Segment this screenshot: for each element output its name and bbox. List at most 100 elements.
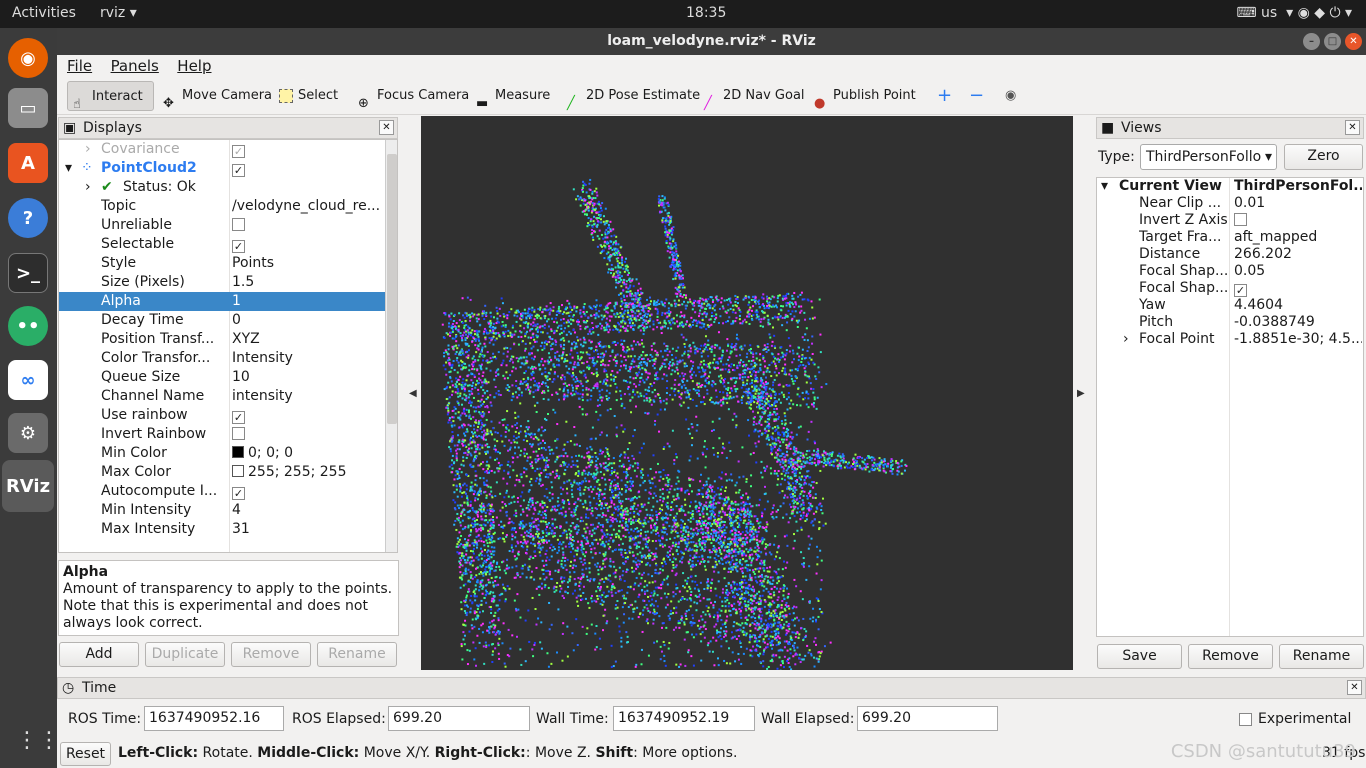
property-row[interactable]: Channel Name intensity <box>59 387 385 406</box>
zero-button[interactable]: Zero <box>1284 144 1363 170</box>
checkbox[interactable]: ✓ <box>232 164 245 177</box>
view-property-row[interactable]: Focal Shap... ✓ <box>1097 280 1363 297</box>
close-panel-icon[interactable]: ✕ <box>1345 120 1360 135</box>
menu-file[interactable]: File <box>67 55 92 78</box>
expand-icon[interactable]: › <box>1123 331 1129 348</box>
files-icon[interactable]: ▭ <box>8 88 48 128</box>
displays-scrollbar[interactable] <box>385 140 397 552</box>
maximize-icon[interactable]: □ <box>1324 33 1341 50</box>
views-remove-button[interactable]: Remove <box>1188 644 1273 669</box>
view-property-row[interactable]: Near Clip ... 0.01 <box>1097 195 1363 212</box>
clock[interactable]: 18:35 <box>686 5 726 21</box>
tree-row-pointcloud2[interactable]: ▾ ⁘ PointCloud2 ✓ <box>59 159 385 178</box>
checkbox[interactable]: ✓ <box>232 487 245 500</box>
view-type-select[interactable]: ThirdPersonFollo ▾ <box>1140 144 1277 170</box>
checkbox[interactable]: ✓ <box>232 411 245 424</box>
remove-tool-icon[interactable]: − <box>965 81 984 111</box>
view-property-row[interactable]: Distance 266.202 <box>1097 246 1363 263</box>
property-row[interactable]: Color Transfor... Intensity <box>59 349 385 368</box>
select-tool[interactable]: Select <box>274 81 338 111</box>
move-camera-tool[interactable]: ✥ Move Camera <box>158 81 272 111</box>
pose-estimate-tool[interactable]: ╱ 2D Pose Estimate <box>562 81 700 111</box>
3d-viewport[interactable] <box>421 116 1073 670</box>
view-property-row[interactable]: Target Fra... aft_mapped <box>1097 229 1363 246</box>
help-icon[interactable]: ? <box>8 198 48 238</box>
property-row[interactable]: Position Transf... XYZ <box>59 330 385 349</box>
reset-button[interactable]: Reset <box>60 742 111 766</box>
app-menu[interactable]: rviz ▾ <box>100 5 137 21</box>
experimental-checkbox[interactable] <box>1239 713 1252 726</box>
add-button[interactable]: Add <box>59 642 139 667</box>
tree-row-current-view[interactable]: ▾ Current View ThirdPersonFol... <box>1097 178 1363 195</box>
duplicate-button[interactable]: Duplicate <box>145 642 225 667</box>
color-swatch[interactable] <box>232 446 244 458</box>
views-rename-button[interactable]: Rename <box>1279 644 1364 669</box>
focus-camera-tool[interactable]: ⊕ Focus Camera <box>353 81 469 111</box>
checkbox[interactable]: ✓ <box>1234 284 1247 297</box>
property-row[interactable]: Use rainbow ✓ <box>59 406 385 425</box>
checkbox[interactable]: ✓ <box>232 145 245 158</box>
remove-button[interactable]: Remove <box>231 642 311 667</box>
terminal-icon[interactable]: >_ <box>8 253 48 293</box>
rename-button[interactable]: Rename <box>317 642 397 667</box>
collapse-left-icon[interactable]: ◀ <box>409 388 417 399</box>
rviz-icon[interactable]: RViz <box>2 460 54 512</box>
ros-elapsed-field[interactable]: 699.20 <box>388 706 530 731</box>
property-row[interactable]: Autocompute I... ✓ <box>59 482 385 501</box>
checkbox[interactable] <box>232 218 245 231</box>
activities-button[interactable]: Activities <box>12 5 76 21</box>
menu-panels[interactable]: Panels <box>111 55 159 78</box>
publish-point-tool[interactable]: ● Publish Point <box>809 81 916 111</box>
property-row[interactable]: Decay Time 0 <box>59 311 385 330</box>
property-row[interactable]: Min Intensity 4 <box>59 501 385 520</box>
add-tool-icon[interactable]: + <box>933 81 952 111</box>
wall-time-field[interactable]: 1637490952.19 <box>613 706 755 731</box>
baidu-netdisk-icon[interactable]: ∞ <box>8 360 48 400</box>
expand-icon[interactable]: › <box>85 140 91 159</box>
view-property-row[interactable]: Pitch -0.0388749 <box>1097 314 1363 331</box>
checkbox[interactable] <box>232 427 245 440</box>
property-row[interactable]: Max Intensity 31 <box>59 520 385 539</box>
view-property-row[interactable]: Focal Shap... 0.05 <box>1097 263 1363 280</box>
property-row[interactable]: Style Points <box>59 254 385 273</box>
views-save-button[interactable]: Save <box>1097 644 1182 669</box>
tree-row-status[interactable]: › ✔ Status: Ok <box>59 178 385 197</box>
property-row[interactable]: Invert Rainbow <box>59 425 385 444</box>
view-property-row[interactable]: › Focal Point -1.8851e-30; 4.5... <box>1097 331 1363 348</box>
settings-icon[interactable]: ⚙ <box>8 413 48 453</box>
checkbox[interactable]: ✓ <box>232 240 245 253</box>
property-row[interactable]: Size (Pixels) 1.5 <box>59 273 385 292</box>
interact-tool[interactable]: ☝ Interact <box>67 81 154 112</box>
collapse-icon[interactable]: ▾ <box>65 159 72 178</box>
minimize-icon[interactable]: – <box>1303 33 1320 50</box>
property-row[interactable]: Queue Size 10 <box>59 368 385 387</box>
tree-row-covariance[interactable]: › Covariance ✓ <box>59 140 385 159</box>
property-row[interactable]: Selectable ✓ <box>59 235 385 254</box>
view-property-row[interactable]: Invert Z Axis <box>1097 212 1363 229</box>
property-row[interactable]: Unreliable <box>59 216 385 235</box>
color-swatch[interactable] <box>232 465 244 477</box>
expand-icon[interactable]: › <box>85 178 91 197</box>
nav-goal-tool[interactable]: ╱ 2D Nav Goal <box>699 81 805 111</box>
property-row[interactable]: Alpha 1 <box>59 292 385 311</box>
eye-icon[interactable]: ◉ <box>1001 81 1016 111</box>
menu-help[interactable]: Help <box>177 55 211 78</box>
system-tray[interactable]: ⌨ us ▾ ◉ ◆ ⏻ ▾ <box>1236 5 1352 21</box>
software-icon[interactable]: A <box>8 143 48 183</box>
keyboard-layout[interactable]: us <box>1261 5 1277 21</box>
wechat-icon[interactable]: •• <box>8 306 48 346</box>
close-icon[interactable]: ✕ <box>1345 33 1362 50</box>
close-panel-icon[interactable]: ✕ <box>1347 680 1362 695</box>
collapse-right-icon[interactable]: ▶ <box>1077 388 1085 399</box>
property-row[interactable]: Max Color 255; 255; 255 <box>59 463 385 482</box>
firefox-icon[interactable]: ◉ <box>8 38 48 78</box>
wall-elapsed-field[interactable]: 699.20 <box>857 706 998 731</box>
close-panel-icon[interactable]: ✕ <box>379 120 394 135</box>
ros-time-field[interactable]: 1637490952.16 <box>144 706 284 731</box>
property-row[interactable]: Min Color 0; 0; 0 <box>59 444 385 463</box>
property-row[interactable]: Topic/velodyne_cloud_re... <box>59 197 385 216</box>
view-property-row[interactable]: Yaw 4.4604 <box>1097 297 1363 314</box>
collapse-icon[interactable]: ▾ <box>1101 178 1108 195</box>
scrollbar-thumb[interactable] <box>387 154 397 424</box>
checkbox[interactable] <box>1234 213 1247 226</box>
